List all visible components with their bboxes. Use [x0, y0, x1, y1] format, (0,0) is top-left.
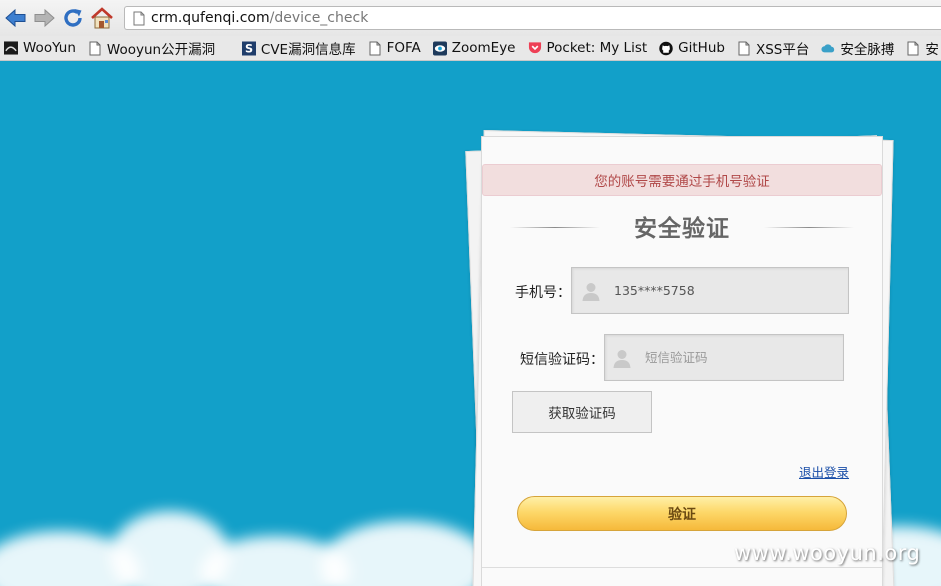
bookmark-github[interactable]: GitHub: [655, 40, 725, 56]
url-text: crm.qufenqi.com/device_check: [151, 10, 368, 26]
reload-icon: [64, 9, 82, 27]
pocket-icon: [528, 41, 542, 56]
forward-arrow-icon: [34, 8, 55, 28]
sms-code-input[interactable]: [643, 349, 817, 366]
address-bar[interactable]: crm.qufenqi.com/device_check: [124, 6, 941, 30]
bookmark-label: XSS平台: [755, 42, 810, 58]
bookmark-pocket[interactable]: Pocket: My List: [524, 40, 648, 56]
alert-message: 您的账号需要通过手机号验证: [482, 164, 882, 196]
bookmark-label: 安: [925, 42, 939, 58]
page-icon: [88, 41, 102, 56]
back-arrow-icon: [5, 8, 26, 28]
bookmark-wooyun-public[interactable]: Wooyun公开漏洞: [84, 38, 230, 58]
page-icon: [906, 41, 920, 56]
get-code-button[interactable]: 获取验证码: [512, 391, 652, 433]
title-divider-right: [764, 227, 854, 228]
home-icon: [91, 7, 113, 29]
card-footer-divider: [482, 567, 882, 568]
bookmark-secpulse[interactable]: 安全脉搏: [817, 38, 894, 58]
bookmark-more[interactable]: 安: [902, 38, 939, 58]
wooyun-icon: [4, 41, 18, 56]
wooyun-watermark: www.wooyun.org: [734, 541, 921, 565]
user-icon: [613, 349, 631, 368]
svg-text:S: S: [245, 42, 253, 55]
cloud-decoration: [320, 521, 490, 586]
bookmark-fofa[interactable]: FOFA: [364, 40, 421, 56]
forward-button[interactable]: [32, 6, 56, 30]
page-icon: [133, 11, 145, 25]
bookmarks-bar: WooYun Wooyun公开漏洞 S CVE漏洞信息库 FOFA ZoomEy…: [0, 36, 941, 61]
back-button[interactable]: [4, 6, 28, 30]
logout-link[interactable]: 退出登录: [799, 462, 849, 481]
user-icon: [582, 282, 600, 301]
verification-card: 您的账号需要通过手机号验证 安全验证 手机号： 短信验证码： 获取验证码 退出登…: [481, 136, 883, 586]
github-icon: [659, 41, 673, 56]
bookmark-label: 安全脉搏: [840, 42, 895, 58]
bookmark-wooyun[interactable]: WooYun: [0, 40, 76, 56]
title-row: 安全验证: [482, 209, 882, 245]
sms-code-label: 短信验证码：: [520, 352, 604, 368]
bookmark-cve[interactable]: S CVE漏洞信息库: [238, 38, 356, 58]
bookmark-label: GitHub: [678, 40, 725, 56]
url-host: crm.qufenqi.com: [151, 10, 270, 26]
cloud-icon: [821, 41, 835, 56]
home-button[interactable]: [90, 6, 114, 30]
bookmark-label: Wooyun公开漏洞: [106, 42, 216, 58]
page-background: 您的账号需要通过手机号验证 安全验证 手机号： 短信验证码： 获取验证码 退出登…: [0, 61, 941, 586]
cve-s-icon: S: [241, 41, 256, 56]
bookmark-label: WooYun: [23, 40, 76, 56]
bookmark-label: FOFA: [386, 40, 421, 56]
phone-input[interactable]: [612, 282, 816, 299]
bookmark-label: Pocket: My List: [546, 40, 648, 56]
page-icon: [368, 41, 382, 56]
phone-label: 手机号：: [515, 285, 571, 301]
browser-toolbar: crm.qufenqi.com/device_check: [0, 0, 941, 36]
reload-button[interactable]: [61, 6, 85, 30]
verify-button[interactable]: 验证: [517, 496, 847, 531]
page-title: 安全验证: [634, 216, 730, 242]
url-path: /device_check: [269, 10, 369, 26]
bookmark-label: ZoomEye: [451, 40, 516, 56]
page-icon: [737, 41, 751, 56]
phone-field[interactable]: [571, 267, 849, 314]
zoomeye-eye-icon: [432, 41, 447, 56]
sms-code-field[interactable]: [604, 334, 844, 381]
bookmark-zoomeye[interactable]: ZoomEye: [429, 40, 516, 56]
bookmark-label: CVE漏洞信息库: [260, 42, 356, 58]
bookmark-xss[interactable]: XSS平台: [733, 38, 809, 58]
